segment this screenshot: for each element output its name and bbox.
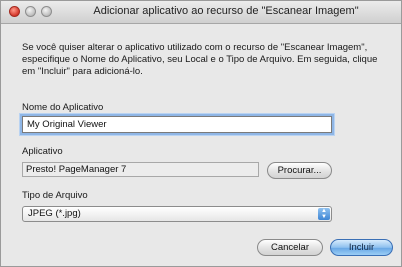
app-name-label: Nome do Aplicativo xyxy=(22,102,104,113)
up-down-arrows-icon: ▲ ▼ xyxy=(318,208,330,220)
title-bar[interactable]: Adicionar aplicativo ao recurso de "Esca… xyxy=(1,1,401,24)
instructions-text: Se você quiser alterar o aplicativo util… xyxy=(22,42,378,77)
app-name-input[interactable]: My Original Viewer xyxy=(22,116,332,133)
include-button[interactable]: Incluir xyxy=(330,239,393,256)
browse-button[interactable]: Procurar... xyxy=(267,162,332,179)
close-icon[interactable] xyxy=(9,6,20,17)
cancel-button[interactable]: Cancelar xyxy=(257,239,323,256)
file-type-selected-value: JPEG (*.jpg) xyxy=(28,208,81,219)
window-title: Adicionar aplicativo ao recurso de "Esca… xyxy=(93,5,359,17)
zoom-icon[interactable] xyxy=(41,6,52,17)
dialog-window: Adicionar aplicativo ao recurso de "Esca… xyxy=(0,0,402,267)
minimize-icon[interactable] xyxy=(25,6,36,17)
file-type-label: Tipo de Arquivo xyxy=(22,190,88,201)
application-path-field: Presto! PageManager 7 xyxy=(22,162,259,177)
application-label: Aplicativo xyxy=(22,146,63,157)
file-type-select[interactable]: JPEG (*.jpg) ▲ ▼ xyxy=(22,206,332,222)
